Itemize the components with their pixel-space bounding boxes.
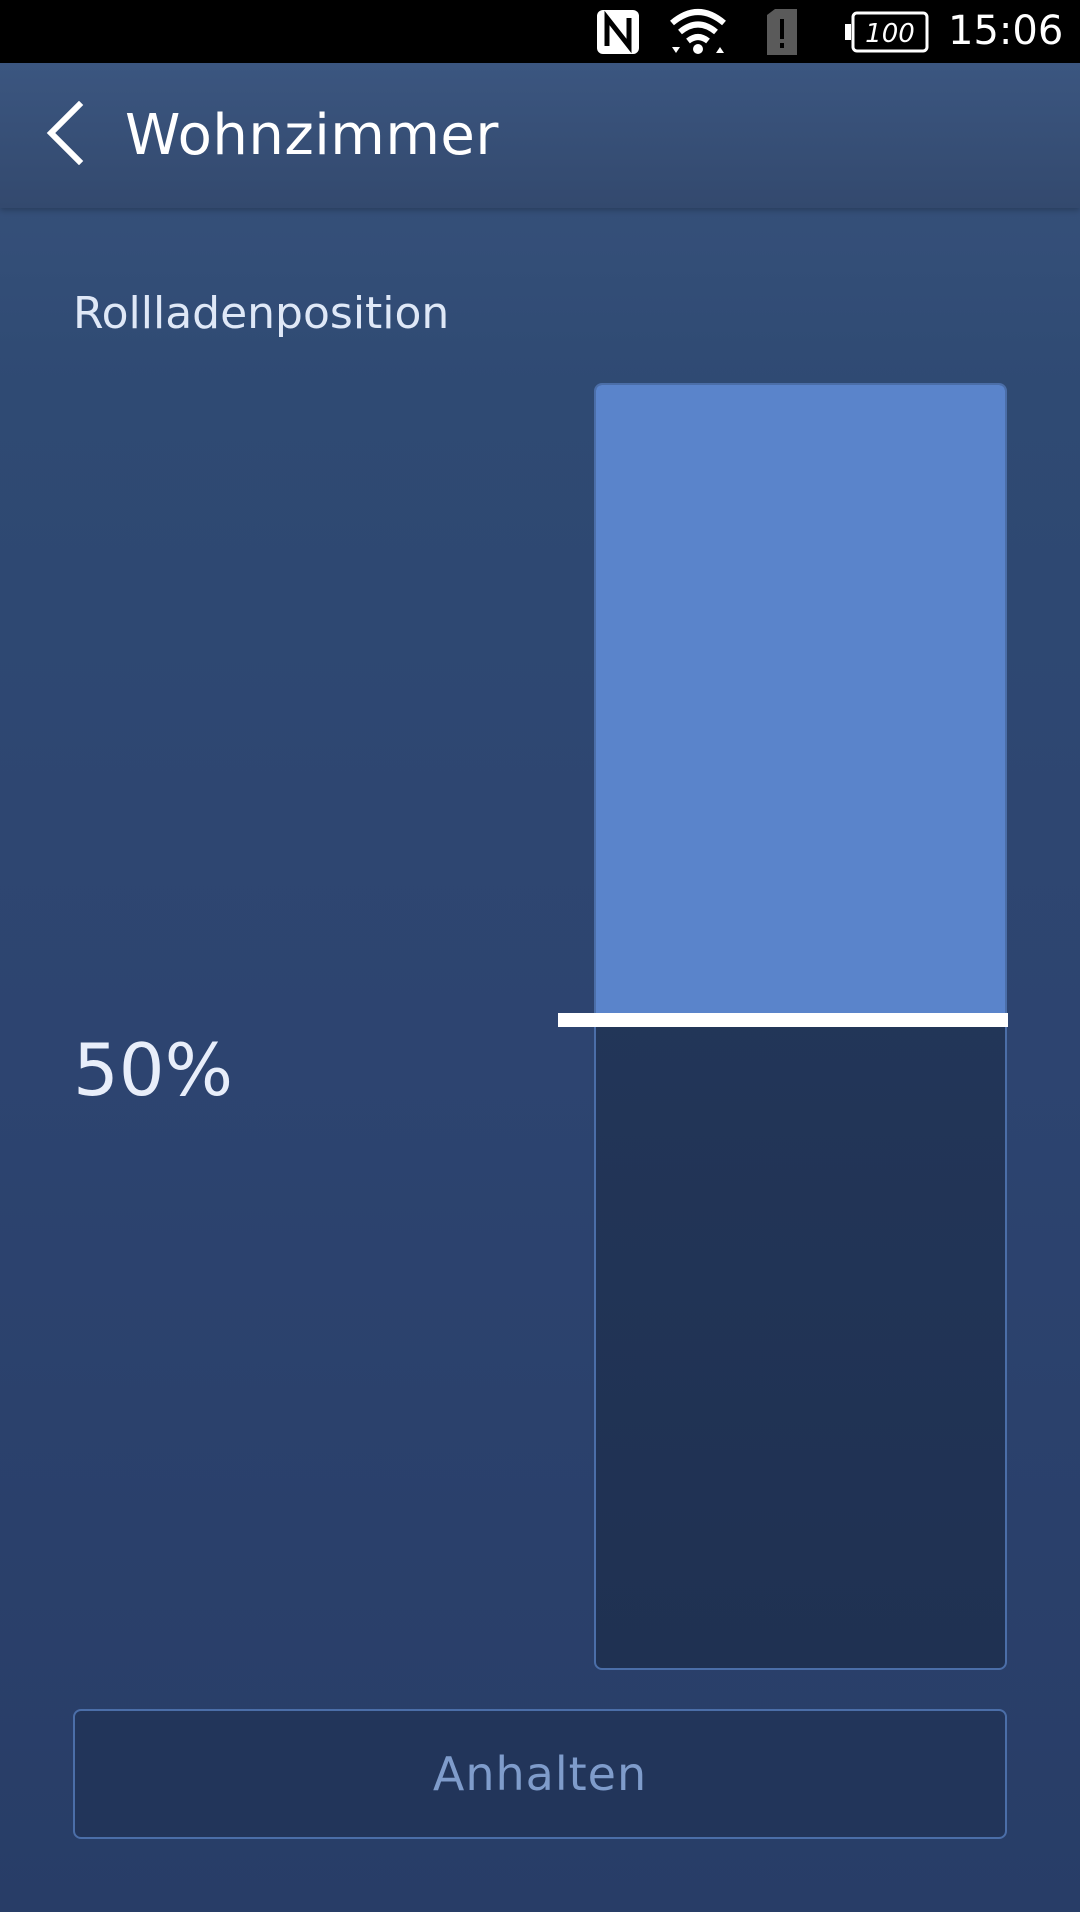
battery-level-text: 100 [865,19,915,49]
status-bar: 100 15:06 [0,0,1080,63]
shutter-position-label: Rollladenposition [73,288,450,339]
shutter-closed-portion [596,385,1005,1019]
shutter-slider-handle[interactable] [558,1013,1008,1027]
page-title: Wohnzimmer [125,103,499,168]
shutter-position-value: 50% [73,1028,234,1112]
nfc-icon [592,0,644,63]
wifi-icon [666,0,730,63]
status-time: 15:06 [948,8,1064,54]
battery-icon: 100 [842,0,930,63]
sim-alert-icon [760,0,804,63]
back-button[interactable] [30,93,100,173]
app-bar: Wohnzimmer [0,63,1080,208]
stop-button[interactable]: Anhalten [73,1709,1007,1839]
chevron-left-icon [46,101,84,165]
